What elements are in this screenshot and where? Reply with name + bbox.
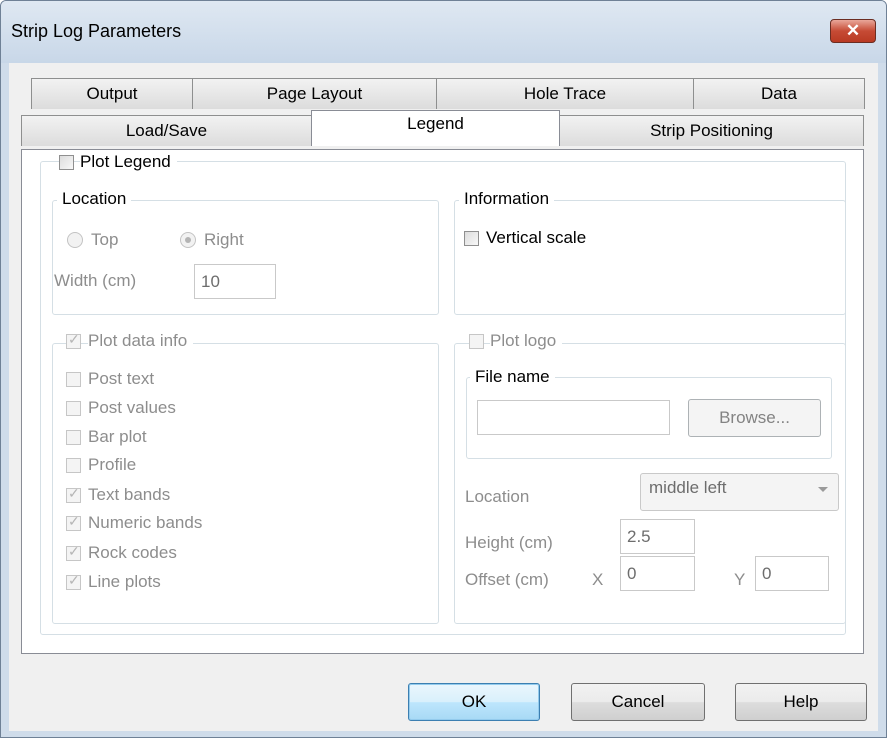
plot-data-info-label: Plot data info <box>88 331 194 351</box>
numeric-bands-label: Numeric bands <box>88 513 203 532</box>
dialog-window: Strip Log Parameters ✕ Output Page Layou… <box>0 0 887 738</box>
file-name-input[interactable] <box>477 400 670 435</box>
top-radio-label: Top <box>91 230 119 249</box>
plot-legend-label: Plot Legend <box>80 152 177 172</box>
tab-page-layout[interactable]: Page Layout <box>192 78 437 109</box>
post-text-label: Post text <box>88 369 155 388</box>
text-bands-label: Text bands <box>88 485 171 504</box>
line-plots-label: Line plots <box>88 572 161 591</box>
width-label: Width (cm) <box>54 271 137 290</box>
help-button[interactable]: Help <box>735 683 867 721</box>
offset-y-input[interactable] <box>755 556 829 591</box>
line-plots-checkbox[interactable]: ✓ <box>66 572 81 590</box>
offset-y-label: Y <box>734 570 746 589</box>
tab-load-save[interactable]: Load/Save <box>21 115 312 146</box>
logo-location-label: Location <box>465 487 530 506</box>
chevron-down-icon <box>818 487 828 492</box>
tab-hole-trace[interactable]: Hole Trace <box>436 78 694 109</box>
browse-button[interactable]: Browse... <box>688 399 821 437</box>
dialog-body: Output Page Layout Hole Trace Data Load/… <box>9 63 878 731</box>
width-input[interactable] <box>194 264 276 299</box>
rock-codes-checkbox[interactable]: ✓ <box>66 543 81 561</box>
numeric-bands-checkbox[interactable]: ✓ <box>66 513 81 531</box>
vertical-scale-checkbox[interactable] <box>464 231 479 246</box>
rock-codes-label: Rock codes <box>88 543 177 562</box>
vertical-scale-label: Vertical scale <box>486 228 587 247</box>
plot-legend-checkbox[interactable] <box>59 155 74 170</box>
top-radio[interactable] <box>67 232 83 248</box>
tab-output[interactable]: Output <box>31 78 193 109</box>
close-icon: ✕ <box>845 21 861 40</box>
close-button[interactable]: ✕ <box>830 19 876 43</box>
logo-location-select[interactable]: middle left <box>640 473 839 511</box>
information-group <box>454 200 846 315</box>
legend-tab-panel: Plot Legend Location Top Right Width (cm… <box>21 149 864 654</box>
logo-height-label: Height (cm) <box>465 533 553 552</box>
post-values-label: Post values <box>88 398 176 417</box>
plot-logo-label: Plot logo <box>490 331 563 351</box>
logo-height-input[interactable] <box>620 519 695 554</box>
offset-x-input[interactable] <box>620 556 695 591</box>
profile-checkbox[interactable] <box>66 458 81 473</box>
right-radio[interactable] <box>180 232 196 248</box>
text-bands-checkbox[interactable]: ✓ <box>66 485 81 503</box>
logo-offset-label: Offset (cm) <box>465 570 549 589</box>
tab-legend[interactable]: Legend <box>311 110 560 146</box>
window-title: Strip Log Parameters <box>11 21 182 41</box>
bar-plot-label: Bar plot <box>88 427 147 446</box>
bar-plot-checkbox[interactable] <box>66 430 81 445</box>
profile-label: Profile <box>88 455 137 474</box>
logo-location-value: middle left <box>649 478 727 497</box>
title-bar[interactable]: Strip Log Parameters ✕ <box>1 1 886 63</box>
cancel-button[interactable]: Cancel <box>571 683 705 721</box>
information-group-title: Information <box>459 189 555 209</box>
offset-x-label: X <box>592 570 604 589</box>
plot-data-info-checkbox[interactable]: ✓ <box>66 331 81 349</box>
ok-button[interactable]: OK <box>408 683 540 721</box>
file-name-group-title: File name <box>470 367 555 387</box>
tab-strip-positioning[interactable]: Strip Positioning <box>559 115 864 146</box>
post-text-checkbox[interactable] <box>66 372 81 387</box>
right-radio-label: Right <box>204 230 244 249</box>
post-values-checkbox[interactable] <box>66 401 81 416</box>
plot-logo-checkbox[interactable] <box>469 334 484 349</box>
location-group-title: Location <box>57 189 132 209</box>
tab-data[interactable]: Data <box>693 78 865 109</box>
